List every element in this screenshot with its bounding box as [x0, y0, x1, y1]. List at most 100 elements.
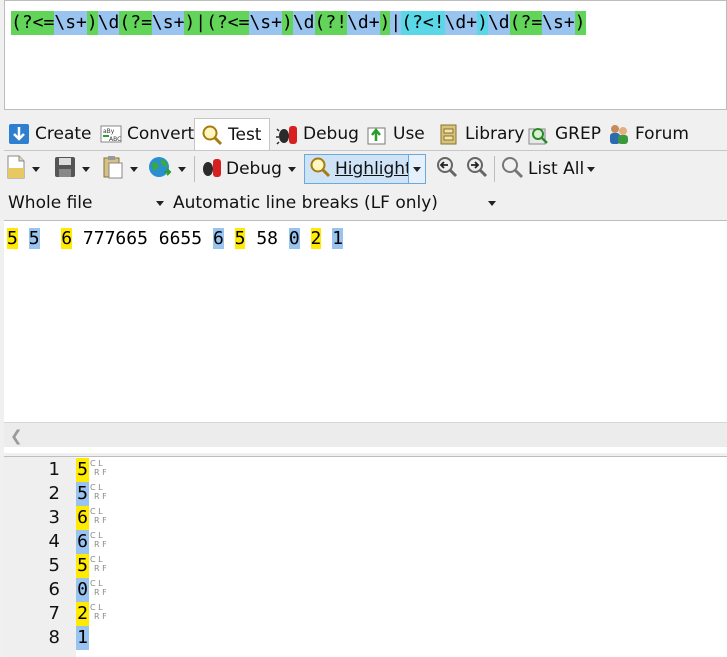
- grep-icon: [528, 123, 550, 145]
- tab-create[interactable]: Create: [8, 118, 96, 150]
- match-value: 6: [76, 506, 89, 530]
- tab-create-label: Create: [35, 124, 92, 144]
- tab-debug[interactable]: Debug: [276, 118, 360, 150]
- toolbar-separator: [194, 156, 195, 182]
- regex-token: \d+: [444, 11, 478, 35]
- line-break-marker-bottom: R F: [94, 612, 107, 621]
- subject-text-segment: 777665 6655: [72, 228, 213, 249]
- result-row[interactable]: 46C LR F: [4, 530, 304, 554]
- convert-icon: aBy ABC: [100, 123, 122, 145]
- tab-convert[interactable]: aBy ABC Convert: [100, 118, 194, 150]
- subject-text-segment: [224, 228, 235, 249]
- scope-select-value: Whole file: [8, 193, 93, 213]
- tab-debug-label: Debug: [303, 124, 359, 144]
- bug-icon: [276, 123, 298, 145]
- new-file-button[interactable]: [6, 154, 40, 184]
- save-button[interactable]: [54, 154, 90, 184]
- test-toolbar: Debug Highlight List All: [4, 152, 727, 186]
- line-number: 7: [48, 603, 60, 624]
- subject-text-editor[interactable]: 5 5 6 777665 6655 6 5 58 0 2 1: [4, 220, 727, 453]
- line-break-marker-bottom: R F: [94, 516, 107, 525]
- line-number: 4: [48, 531, 60, 552]
- subject-text-segment: [321, 228, 332, 249]
- highlight-dropdown[interactable]: [408, 154, 426, 184]
- tab-test[interactable]: Test: [194, 118, 270, 150]
- paste-button[interactable]: [102, 154, 138, 184]
- match-highlight: 0: [288, 228, 300, 249]
- result-row[interactable]: 15C LR F: [4, 458, 304, 482]
- web-dropdown-icon[interactable]: [178, 166, 186, 172]
- previous-match-button[interactable]: [434, 154, 458, 184]
- match-highlight: 2: [310, 228, 322, 249]
- line-breaks-select-value: Automatic line breaks (LF only): [173, 193, 438, 213]
- line-number: 2: [48, 483, 60, 504]
- next-match-button[interactable]: [464, 154, 488, 184]
- line-number: 1: [48, 459, 60, 480]
- scope-select[interactable]: Whole file: [4, 190, 170, 216]
- save-dropdown-icon[interactable]: [82, 166, 90, 172]
- clipboard-icon: [102, 155, 124, 184]
- regex-token: (?!: [314, 11, 348, 35]
- results-list[interactable]: 15C LR F25C LR F36C LR F46C LR F55C LR F…: [4, 456, 727, 657]
- svg-text:aBy: aBy: [103, 128, 115, 135]
- tabs-divider: [4, 150, 727, 151]
- file-icon: [6, 155, 26, 184]
- result-row[interactable]: 55C LR F: [4, 554, 304, 578]
- regex-token: ): [281, 11, 293, 35]
- result-row[interactable]: 36C LR F: [4, 506, 304, 530]
- subject-text-segment: [40, 228, 62, 249]
- line-break-marker-bottom: R F: [94, 540, 107, 549]
- tab-library[interactable]: Library: [438, 118, 524, 150]
- tab-forum[interactable]: Forum: [608, 118, 698, 150]
- debug-button[interactable]: Debug: [200, 154, 296, 184]
- regex-token: \s+: [151, 11, 185, 35]
- match-highlight: 5: [234, 228, 246, 249]
- scroll-left-icon[interactable]: ❮: [10, 427, 23, 445]
- regex-token: \s+: [249, 11, 282, 35]
- horizontal-scrollbar[interactable]: ❮: [4, 422, 727, 447]
- result-row[interactable]: 81: [4, 626, 304, 650]
- highlight-magnifier-icon: [309, 156, 331, 183]
- paste-dropdown-icon[interactable]: [130, 166, 138, 172]
- line-number: 6: [48, 579, 60, 600]
- web-button[interactable]: [148, 154, 186, 184]
- regex-token: ): [477, 11, 488, 35]
- regex-pattern: (?<=\s+)\d(?=\s+)|(?<=\s+)\d(?!\d+)|(?<!…: [11, 11, 586, 35]
- line-break-marker: C LR F: [90, 530, 120, 554]
- regex-token: )|(?<=: [184, 11, 250, 35]
- save-icon: [54, 156, 76, 183]
- use-icon: [366, 123, 388, 145]
- main-tabs: Create aBy ABC Convert Test Debug Use Lib…: [4, 118, 727, 150]
- match-value: 6: [76, 530, 89, 554]
- tab-grep[interactable]: GREP: [528, 118, 604, 150]
- debug-button-label: Debug: [226, 159, 282, 179]
- regex-token: |: [390, 11, 402, 35]
- match-highlight: 5: [7, 228, 18, 249]
- tab-grep-label: GREP: [555, 124, 601, 144]
- svg-text:ABC: ABC: [109, 136, 121, 143]
- debug-dropdown-icon[interactable]: [287, 166, 296, 172]
- line-break-marker: C LR F: [90, 602, 120, 626]
- list-all-dropdown-icon: [587, 166, 596, 172]
- subject-text-segment: 58: [245, 228, 289, 249]
- regex-editor[interactable]: (?<=\s+)\d(?=\s+)|(?<=\s+)\d(?!\d+)|(?<!…: [4, 0, 727, 110]
- line-breaks-select[interactable]: Automatic line breaks (LF only): [170, 190, 502, 216]
- line-number: 3: [48, 507, 60, 528]
- forum-icon: [608, 123, 630, 145]
- match-value: 1: [76, 626, 89, 650]
- result-row[interactable]: 25C LR F: [4, 482, 304, 506]
- list-all-button[interactable]: List All: [500, 154, 596, 184]
- new-file-dropdown-icon[interactable]: [32, 166, 40, 172]
- line-break-marker: C LR F: [90, 506, 120, 530]
- result-row[interactable]: 72C LR F: [4, 602, 304, 626]
- regex-token: (?<=: [11, 11, 55, 35]
- regex-token: \d: [487, 11, 510, 35]
- result-row[interactable]: 60C LR F: [4, 578, 304, 602]
- match-highlight: 1: [332, 228, 344, 249]
- list-all-magnifier-icon: [500, 155, 524, 184]
- highlight-button[interactable]: Highlight: [304, 154, 419, 184]
- match-value: 0: [76, 578, 89, 602]
- match-value: 2: [76, 602, 89, 626]
- tab-forum-label: Forum: [635, 124, 689, 144]
- tab-use[interactable]: Use: [366, 118, 430, 150]
